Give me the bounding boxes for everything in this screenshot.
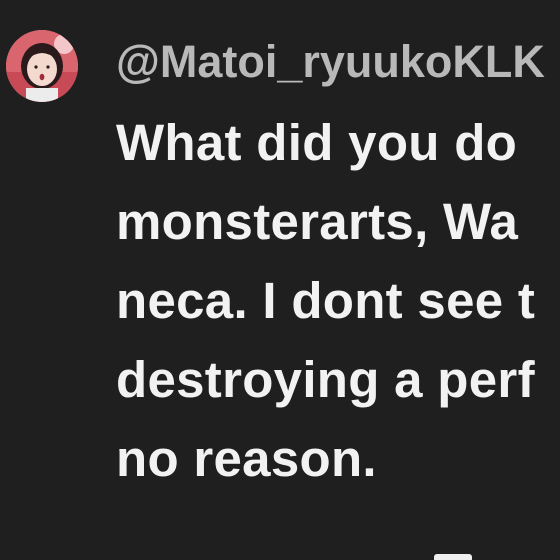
avatar[interactable] <box>6 30 78 102</box>
user-handle[interactable]: @Matoi_ryuukoKLK <box>116 36 545 88</box>
tweet-line: monsterarts, Wa <box>116 193 519 250</box>
cropped-element-fragment <box>434 554 472 560</box>
tweet-line: no reason. <box>116 430 377 487</box>
tweet-text: What did you do monsterarts, Wa neca. I … <box>116 103 560 498</box>
avatar-image <box>6 30 78 102</box>
tweet-line: neca. I dont see t <box>116 272 536 329</box>
tweet-line: destroying a perf <box>116 351 535 408</box>
tweet-screenshot: @Matoi_ryuukoKLK What did you do monster… <box>0 0 560 560</box>
tweet-line: What did you do <box>116 114 518 171</box>
